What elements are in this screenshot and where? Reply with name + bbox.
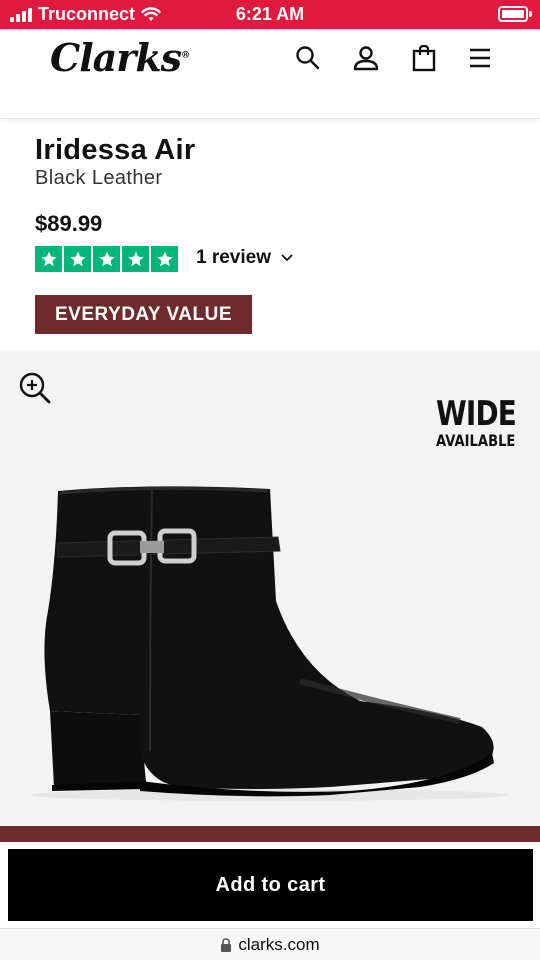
star-icon [151,246,178,272]
available-label: AVAILABLE [436,431,516,450]
bag-icon[interactable] [409,43,439,73]
battery-icon [498,6,528,22]
product-color: Black Leather [35,167,163,189]
site-header: Clarks® [0,29,540,119]
product-price: $89.99 [35,211,103,236]
wide-label: WIDE [436,394,517,434]
browser-url-bar[interactable]: clarks.com [0,928,540,960]
star-icon [35,246,62,272]
chevron-down-icon [281,254,293,262]
url-text: clarks.com [238,934,320,954]
search-icon[interactable] [293,43,323,73]
add-to-cart-button[interactable]: Add to cart [8,849,533,921]
star-icon [64,246,91,272]
sticky-cart-bar: Add to cart [0,842,540,928]
lock-icon [221,937,232,952]
clock: 6:21 AM [235,4,305,24]
account-icon[interactable] [351,43,381,73]
zoom-in-icon[interactable] [18,371,52,405]
menu-icon[interactable] [465,43,495,73]
divider-strip [0,826,540,842]
clarks-logo[interactable]: Clarks® [50,35,190,80]
wide-available-badge: WIDE AVAILABLE [436,397,534,449]
battery-tip [529,11,532,17]
reviews-label: 1 review [196,247,271,268]
logo-text: Clarks [50,35,182,80]
rating-stars [35,246,178,272]
star-icon [122,246,149,272]
everyday-value-badge: EVERYDAY VALUE [35,295,252,334]
reviews-toggle[interactable]: 1 review [196,247,293,269]
product-image-gallery[interactable]: WIDE AVAILABLE [0,351,540,826]
star-icon [93,246,120,272]
status-bar: Truconnect 6:21 AM [0,0,540,29]
product-title: Iridessa Air [35,134,196,166]
